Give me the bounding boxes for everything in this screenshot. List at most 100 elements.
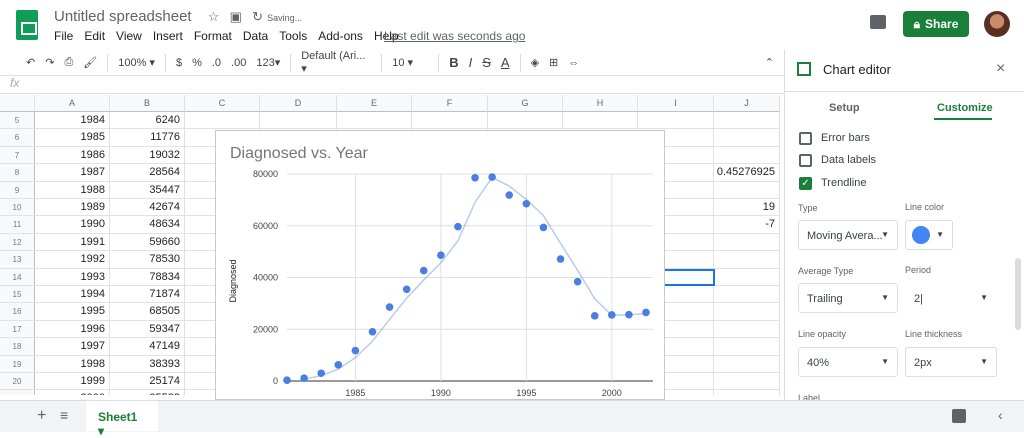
column-header-e[interactable]: E (337, 95, 412, 112)
menu-insert[interactable]: Insert (153, 29, 183, 43)
cell[interactable] (714, 390, 780, 395)
italic-button[interactable]: I (469, 55, 473, 70)
cell[interactable]: -7 (714, 216, 780, 233)
cell[interactable] (488, 112, 563, 129)
merge-icon[interactable]: ⇔ (568, 57, 579, 69)
cell[interactable]: 1988 (35, 181, 110, 198)
redo-icon[interactable]: ↷ (45, 56, 54, 69)
average-type-select[interactable]: Trailing ▼ (798, 283, 898, 313)
cell[interactable]: 47149 (110, 338, 185, 355)
cell[interactable] (714, 355, 780, 372)
cell[interactable] (714, 338, 780, 355)
menu-data[interactable]: Data (243, 29, 268, 43)
zoom-select[interactable]: 100% ▾ (118, 56, 155, 69)
font-size-select[interactable]: 10 ▾ (392, 56, 428, 69)
sheet-tab-sheet1[interactable]: Sheet1 ▾ (86, 401, 158, 438)
column-header-b[interactable]: B (110, 95, 185, 112)
avatar[interactable] (984, 11, 1010, 37)
cell[interactable]: 59347 (110, 320, 185, 338)
text-color-button[interactable]: A (501, 55, 510, 70)
row-header[interactable]: 16 (0, 303, 35, 320)
column-header-d[interactable]: D (260, 95, 337, 112)
print-icon[interactable]: ⎙ (64, 56, 73, 69)
row-header[interactable]: 9 (0, 181, 35, 198)
line-color-select[interactable]: ▼ (905, 220, 953, 250)
cell[interactable] (714, 112, 780, 129)
tab-setup[interactable]: Setup (829, 102, 860, 114)
cell[interactable]: 1990 (35, 216, 110, 233)
column-header-i[interactable]: I (638, 95, 714, 112)
trendline-type-select[interactable]: Moving Avera... ▼ (798, 220, 898, 250)
cell[interactable]: 1996 (35, 320, 110, 338)
row-header[interactable]: 14 (0, 268, 35, 285)
cell[interactable]: 11776 (110, 129, 185, 146)
row-header[interactable]: 7 (0, 146, 35, 164)
formula-bar[interactable]: fx (0, 76, 784, 94)
row-header[interactable]: 5 (0, 112, 35, 129)
cell[interactable] (714, 233, 780, 251)
cell[interactable]: 1985 (35, 129, 110, 146)
collapse-toolbar-icon[interactable]: ⌃ (765, 56, 774, 69)
row-header[interactable]: 10 (0, 199, 35, 216)
cell[interactable]: 48634 (110, 216, 185, 233)
fill-color-icon[interactable]: ◈ (531, 56, 539, 69)
cell[interactable] (337, 112, 412, 129)
column-header-g[interactable]: G (488, 95, 563, 112)
bold-button[interactable]: B (449, 55, 458, 70)
cell[interactable]: 1995 (35, 303, 110, 320)
collapse-side-panel-icon[interactable]: ‹ (998, 407, 1003, 423)
column-header-c[interactable]: C (185, 95, 260, 112)
menu-format[interactable]: Format (194, 29, 232, 43)
share-button[interactable]: 🔒︎ Share (903, 11, 969, 37)
error-bars-checkbox[interactable] (799, 132, 812, 145)
cell[interactable] (260, 112, 337, 129)
cell[interactable]: 19032 (110, 146, 185, 164)
strikethrough-button[interactable]: S (482, 55, 491, 70)
cell[interactable]: 78834 (110, 268, 185, 285)
decrease-decimal-button[interactable]: .0 (212, 57, 221, 69)
menu-edit[interactable]: Edit (84, 29, 105, 43)
cell[interactable]: 42674 (110, 199, 185, 216)
cell[interactable]: 1993 (35, 268, 110, 285)
cell[interactable] (714, 268, 780, 285)
cell[interactable] (714, 286, 780, 303)
cell[interactable]: 1992 (35, 251, 110, 268)
percent-button[interactable]: % (192, 57, 202, 69)
row-header[interactable]: 17 (0, 320, 35, 338)
row-header[interactable]: 18 (0, 338, 35, 355)
cell[interactable]: 25522 (110, 390, 185, 395)
cell[interactable]: 78530 (110, 251, 185, 268)
tab-customize[interactable]: Customize (937, 102, 993, 114)
menu-view[interactable]: View (116, 29, 142, 43)
line-opacity-select[interactable]: 40% ▼ (798, 347, 898, 377)
menu-tools[interactable]: Tools (279, 29, 307, 43)
row-header[interactable]: 8 (0, 164, 35, 181)
panel-scrollbar[interactable] (1015, 258, 1021, 330)
cell[interactable]: 28564 (110, 164, 185, 181)
cell[interactable]: 68505 (110, 303, 185, 320)
cell[interactable] (638, 112, 714, 129)
doc-title[interactable]: Untitled spreadsheet ☆ ▣ ↻ Saving... (54, 8, 302, 25)
cell[interactable] (714, 373, 780, 390)
cell[interactable]: 38393 (110, 355, 185, 372)
cell[interactable] (714, 320, 780, 338)
column-header-j[interactable]: J (714, 95, 780, 112)
cell[interactable]: 1999 (35, 373, 110, 390)
row-header[interactable]: 15 (0, 286, 35, 303)
menu-file[interactable]: File (54, 29, 73, 43)
column-header-a[interactable]: A (35, 95, 110, 112)
explore-icon[interactable] (952, 409, 966, 423)
column-header-f[interactable]: F (412, 95, 488, 112)
all-sheets-icon[interactable]: ≡ (60, 407, 68, 423)
increase-decimal-button[interactable]: .00 (231, 57, 246, 69)
menu-addons[interactable]: Add-ons (318, 29, 363, 43)
cell[interactable]: 71874 (110, 286, 185, 303)
cell[interactable]: 1986 (35, 146, 110, 164)
undo-icon[interactable]: ↶ (26, 56, 35, 69)
last-edit-link[interactable]: Last edit was seconds ago (384, 29, 525, 43)
cell[interactable] (714, 303, 780, 320)
cell[interactable]: 2000 (35, 390, 110, 395)
folder-icon[interactable]: ▣ (230, 9, 242, 24)
row-header[interactable]: 11 (0, 216, 35, 233)
comment-history-icon[interactable] (870, 15, 886, 29)
